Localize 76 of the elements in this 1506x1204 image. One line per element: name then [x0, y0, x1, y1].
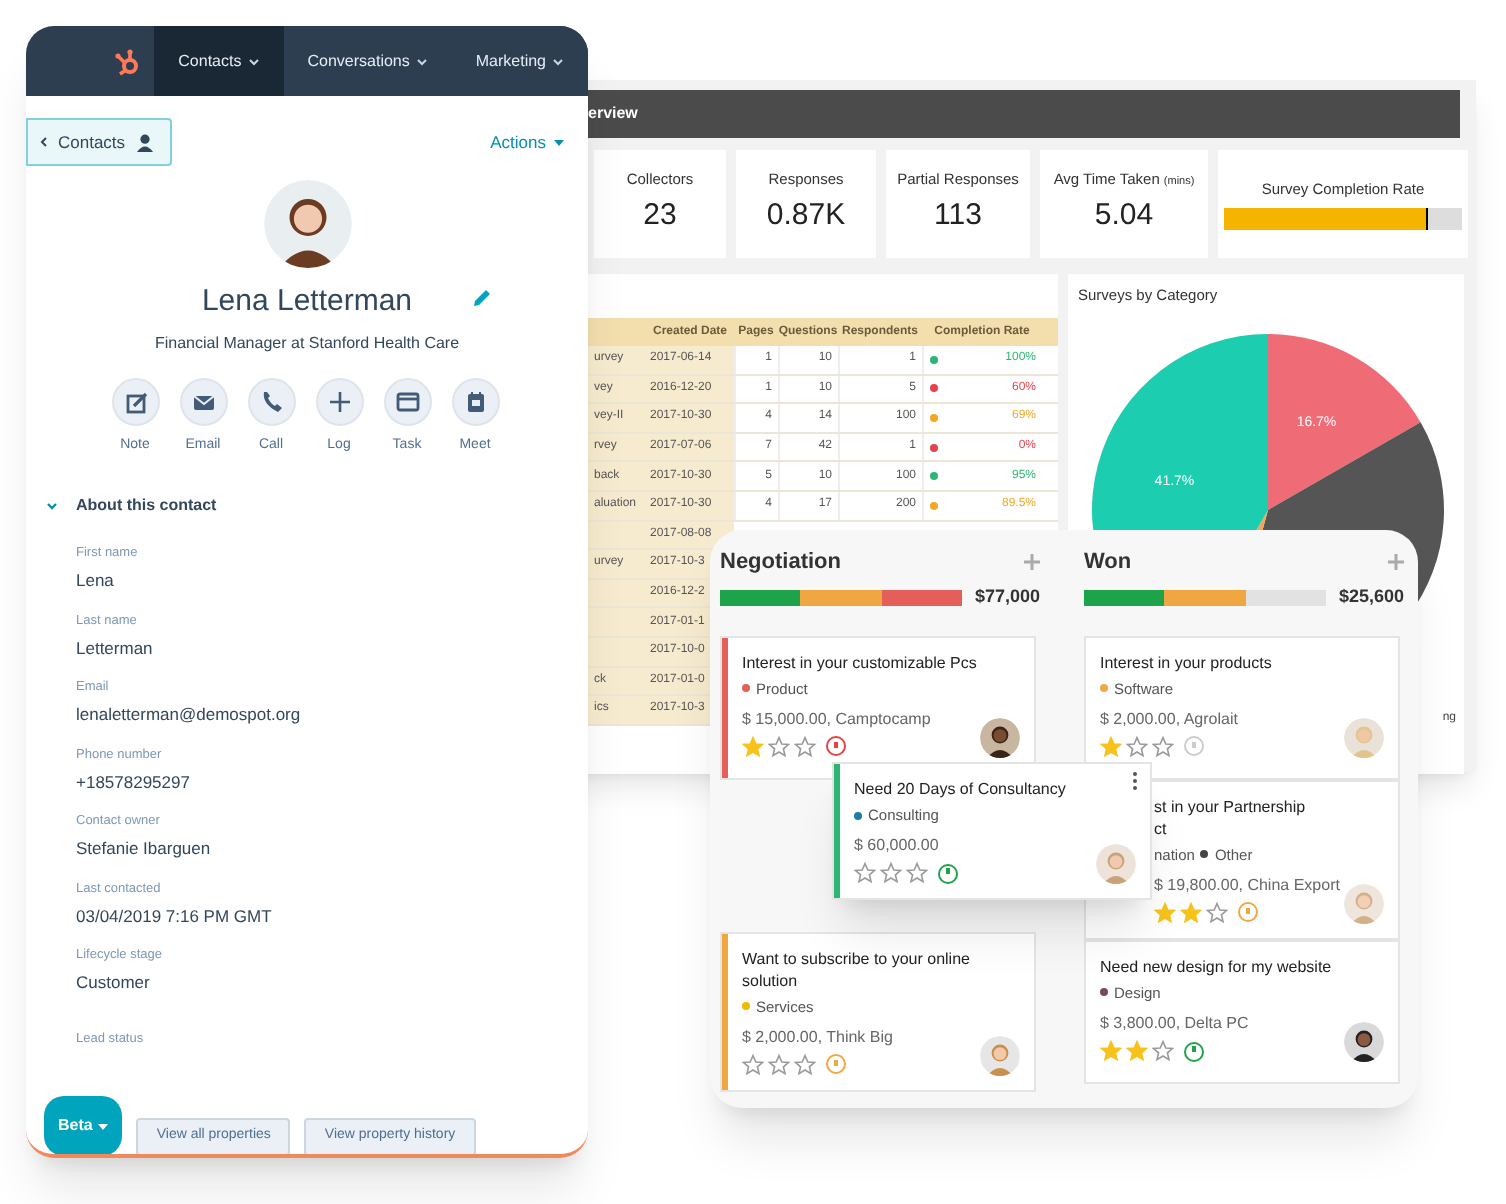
dashboard-title: erview	[588, 102, 638, 126]
star-icon	[742, 1053, 764, 1076]
star-icon	[794, 735, 816, 758]
plus-icon	[1024, 554, 1040, 570]
stat-value: 23	[643, 196, 677, 237]
card-title[interactable]: st in your Partnership	[1154, 795, 1384, 817]
contact-name: Lena Letterman	[201, 282, 413, 322]
card-amount: $ 60,000.00	[854, 834, 941, 857]
back-button[interactable]: Contacts	[26, 118, 172, 166]
star-icon	[1206, 901, 1228, 924]
field-value: Lena	[76, 568, 116, 594]
field-value: +18578295297	[76, 769, 192, 795]
star-icon	[768, 1053, 790, 1076]
chevron-icon	[247, 57, 260, 65]
stat-value: 113	[934, 196, 982, 237]
email-button[interactable]	[179, 377, 227, 425]
chevron-left-icon	[40, 136, 48, 148]
actions-menu[interactable]: Actions	[490, 129, 564, 155]
column-total: $77,000	[974, 584, 1040, 610]
avatar-icon	[1344, 1022, 1384, 1062]
column-title: Won	[1084, 547, 1132, 578]
avatar-icon	[980, 1035, 1020, 1076]
field-value: Letterman	[76, 635, 155, 661]
card-title[interactable]: Need 20 Days of Consultancy	[854, 778, 1136, 800]
star-icon	[1100, 1040, 1122, 1062]
column-total: $25,600	[1338, 584, 1404, 610]
person-icon	[135, 133, 154, 151]
card-amount: $ 2,000.00, Think Big	[742, 1025, 893, 1048]
card-title[interactable]: Interest in your customizable Pcs	[742, 651, 1020, 673]
caret-icon	[98, 1123, 109, 1129]
section-title[interactable]: About this contact	[76, 494, 217, 518]
avatar-icon	[263, 180, 351, 268]
star-icon	[906, 862, 928, 885]
card-title[interactable]: ct	[1154, 817, 1384, 839]
plus-icon	[1388, 554, 1404, 570]
field-value: 03/04/2019 7:16 PM GMT	[76, 903, 274, 929]
log-button[interactable]	[315, 377, 363, 425]
pencil-icon[interactable]	[472, 288, 492, 308]
call-button[interactable]	[247, 377, 295, 425]
chevron-icon	[552, 57, 564, 65]
avatar-icon	[980, 717, 1020, 758]
avatar-icon	[1344, 883, 1384, 924]
star-icon	[1126, 1040, 1148, 1062]
star-icon	[880, 862, 902, 885]
field-value: Customer	[76, 970, 152, 996]
star-icon	[1100, 735, 1122, 758]
star-icon	[1152, 735, 1174, 758]
star-icon	[1154, 901, 1176, 924]
avatar-icon	[1344, 717, 1384, 758]
contact-title: Financial Manager at Stanford Health Care	[152, 331, 462, 355]
stat-value: 5.04	[1094, 196, 1154, 237]
card-amount: $ 15,000.00, Camptocamp	[742, 707, 931, 730]
more-icon	[1132, 772, 1138, 790]
note-button[interactable]	[111, 377, 159, 425]
card-amount: $ 2,000.00, Agrolait	[1100, 707, 1238, 730]
nav-tab[interactable]: Contacts	[154, 26, 284, 96]
star-icon	[1126, 735, 1148, 758]
star-icon	[854, 862, 876, 885]
card-title[interactable]: Need new design for my website	[1100, 955, 1384, 978]
star-icon	[1152, 1040, 1174, 1062]
field-value: lenaletterman@demospot.org	[76, 702, 303, 728]
card-amount: $ 19,800.00, China Export	[1154, 873, 1340, 896]
stat-value: 0.87K	[766, 196, 846, 237]
card-title[interactable]: Want to subscribe to your online solution	[742, 947, 1020, 991]
card-title[interactable]: Interest in your products	[1100, 651, 1384, 673]
task-button[interactable]	[383, 377, 431, 425]
star-icon	[768, 735, 790, 758]
meet-button[interactable]	[451, 377, 499, 425]
star-icon	[742, 735, 764, 758]
chevron-icon	[415, 57, 428, 65]
field-value: Stefanie Ibarguen	[76, 836, 213, 862]
star-icon	[1180, 901, 1202, 924]
card-amount: $ 3,800.00, Delta PC	[1100, 1012, 1249, 1034]
sprocket-logo-icon	[114, 47, 143, 75]
avatar-icon	[1096, 844, 1136, 885]
star-icon	[794, 1053, 816, 1076]
